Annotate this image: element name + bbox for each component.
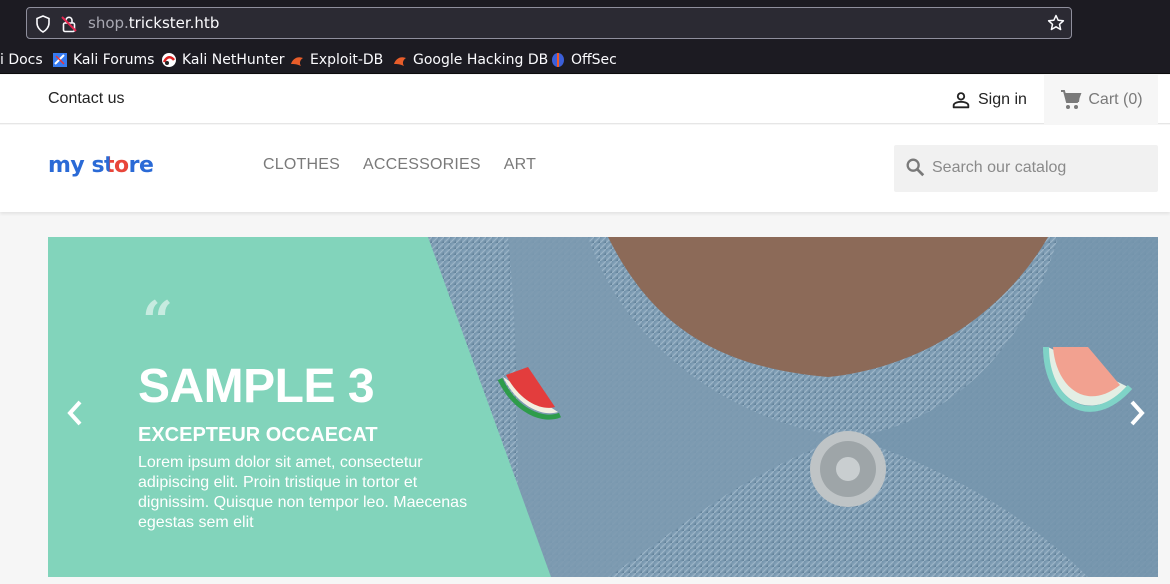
sign-in-link[interactable]: Sign in	[950, 89, 1027, 111]
logo-my: my	[48, 153, 85, 178]
jacket-button	[810, 431, 886, 507]
bookmark-label: i Docs	[0, 52, 43, 68]
slide-caption: “ SAMPLE 3 EXCEPTEUR OCCAECAT Lorem ipsu…	[138, 237, 478, 577]
shopping-cart-icon	[1061, 89, 1082, 109]
search-box	[894, 145, 1158, 192]
bookmark-label: Kali Forums	[73, 52, 155, 68]
sign-in-label: Sign in	[978, 91, 1027, 108]
contact-us-link[interactable]: Contact us	[48, 90, 124, 108]
bookmark-kali-nethunter[interactable]: Kali NetHunter	[161, 50, 284, 70]
page-content: Contact us Sign in Cart (0) my store CLO…	[0, 75, 1170, 584]
address-bar[interactable]: shop.trickster.htb	[26, 7, 1072, 39]
slide-subtitle: EXCEPTEUR OCCAECAT	[138, 424, 378, 446]
nethunter-icon	[162, 53, 176, 67]
url-domain: trickster.htb	[128, 14, 220, 32]
search-icon[interactable]	[904, 156, 926, 178]
bookmarks-toolbar: i Docs Kali Forums Kali NetHunter Exploi…	[0, 46, 1170, 74]
url-text[interactable]: shop.trickster.htb	[88, 14, 219, 32]
site-header: my store CLOTHES ACCESSORIES ART	[0, 125, 1170, 212]
menu-clothes[interactable]: CLOTHES	[263, 156, 340, 174]
search-input[interactable]	[932, 153, 1152, 183]
store-logo[interactable]: my store	[48, 153, 154, 178]
quote-mark: “	[142, 289, 174, 353]
browser-toolbar: shop.trickster.htb	[0, 0, 1170, 46]
logo-store: store	[91, 153, 154, 178]
bookmark-label: Google Hacking DB	[413, 52, 549, 68]
menu-accessories[interactable]: ACCESSORIES	[363, 156, 481, 174]
bookmark-google-hacking-db[interactable]: Google Hacking DB	[392, 50, 548, 70]
kali-forums-icon	[53, 53, 67, 67]
cart-label: Cart (0)	[1088, 90, 1143, 108]
exploitdb-icon	[291, 57, 303, 66]
bookmark-label: Exploit-DB	[310, 52, 384, 68]
bookmark-label: OffSec	[571, 52, 617, 68]
chevron-right-icon[interactable]	[1128, 399, 1146, 427]
url-subdomain: shop.	[88, 14, 129, 32]
ghdb-icon	[394, 57, 406, 66]
bookmark-kali-docs[interactable]: i Docs	[0, 50, 43, 70]
bookmark-offsec[interactable]: OffSec	[550, 50, 617, 70]
user-icon	[952, 92, 970, 109]
hero-carousel: “ SAMPLE 3 EXCEPTEUR OCCAECAT Lorem ipsu…	[48, 237, 1158, 577]
lock-insecure-icon[interactable]	[61, 15, 77, 33]
slide-title: SAMPLE 3	[138, 360, 375, 413]
menu-art[interactable]: ART	[504, 156, 536, 174]
chevron-left-icon[interactable]	[66, 399, 84, 427]
slide-description: Lorem ipsum dolor sit amet, consectetur …	[138, 454, 468, 531]
bookmark-star-icon[interactable]	[1047, 14, 1065, 32]
offsec-icon	[552, 53, 564, 67]
bookmark-kali-forums[interactable]: Kali Forums	[52, 50, 154, 70]
top-nav: Contact us Sign in Cart (0)	[0, 75, 1170, 124]
cart-button[interactable]: Cart (0)	[1044, 75, 1158, 124]
shield-icon[interactable]	[35, 15, 51, 33]
bookmark-exploit-db[interactable]: Exploit-DB	[289, 50, 383, 70]
main-menu: CLOTHES ACCESSORIES ART	[263, 156, 559, 174]
bookmark-label: Kali NetHunter	[182, 52, 285, 68]
